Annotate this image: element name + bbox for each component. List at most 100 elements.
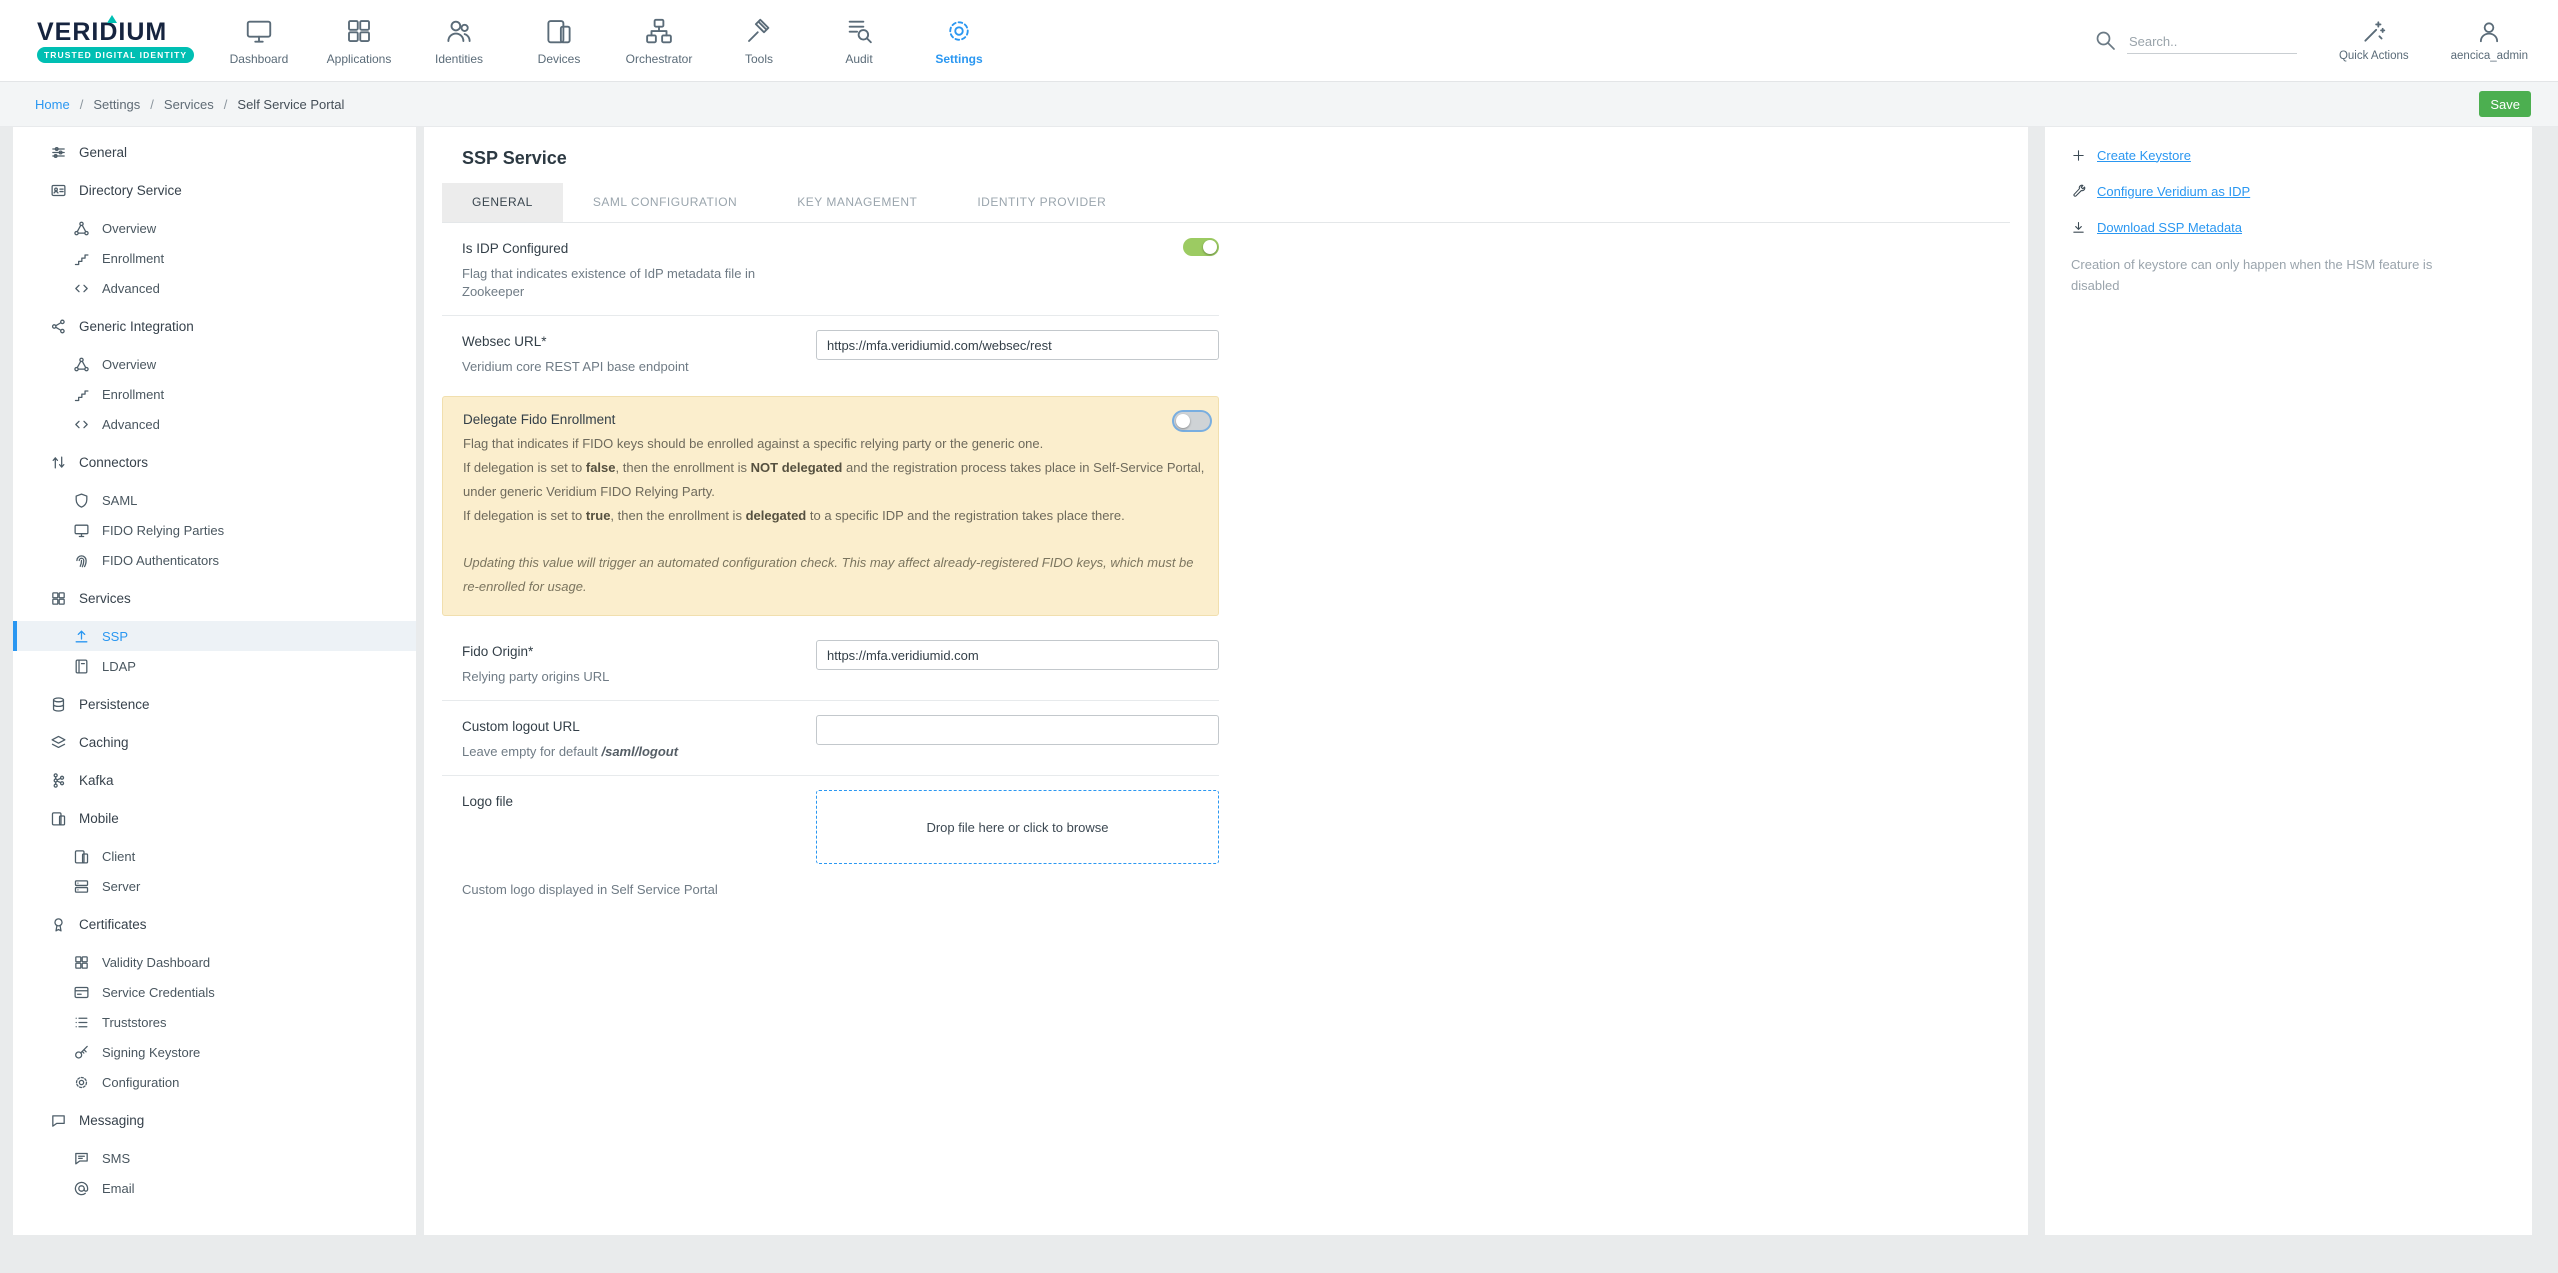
nav-item-devices[interactable]: Devices bbox=[509, 0, 609, 82]
configure-veridium-idp-link[interactable]: Configure Veridium as IDP bbox=[2071, 181, 2506, 201]
sliders-icon bbox=[50, 144, 67, 161]
nav-item-identities[interactable]: Identities bbox=[409, 0, 509, 82]
sidebar-item-configuration[interactable]: Configuration bbox=[13, 1067, 416, 1097]
sidebar-item-persistence[interactable]: Persistence bbox=[13, 689, 416, 719]
grid-icon bbox=[50, 590, 67, 607]
tab-key-management[interactable]: KEY MANAGEMENT bbox=[767, 183, 947, 222]
breadcrumb-services[interactable]: Services bbox=[164, 97, 214, 112]
sidebar-item-caching[interactable]: Caching bbox=[13, 727, 416, 757]
sidebar-item-connectors[interactable]: Connectors bbox=[13, 447, 416, 477]
delegate-fido-label: Delegate Fido Enrollment bbox=[463, 410, 615, 430]
breadcrumb-settings[interactable]: Settings bbox=[93, 97, 140, 112]
sidebar-item-ldap[interactable]: LDAP bbox=[13, 651, 416, 681]
breadcrumb-separator: / bbox=[224, 97, 228, 112]
sidebar-item-generic-enrollment[interactable]: Enrollment bbox=[13, 379, 416, 409]
logo-dropzone[interactable]: Drop file here or click to browse bbox=[816, 790, 1219, 864]
sidebar-item-ssp[interactable]: SSP bbox=[13, 621, 416, 651]
sidebar-item-truststores[interactable]: Truststores bbox=[13, 1007, 416, 1037]
shield-icon bbox=[73, 492, 90, 509]
delegate-fido-description: Flag that indicates if FIDO keys should … bbox=[463, 432, 1210, 528]
user-menu[interactable]: aencica_admin bbox=[2451, 19, 2528, 62]
layers-icon bbox=[50, 734, 67, 751]
sidebar-item-sms[interactable]: SMS bbox=[13, 1143, 416, 1173]
search-input[interactable] bbox=[2127, 30, 2297, 54]
tools-icon bbox=[744, 16, 774, 46]
nav-item-orchestrator[interactable]: Orchestrator bbox=[609, 0, 709, 82]
brand-logo[interactable]: VERIDIUM TRUSTED DIGITAL IDENTITY bbox=[37, 19, 187, 63]
tab-general[interactable]: GENERAL bbox=[442, 183, 563, 222]
fido-origin-description: Relying party origins URL bbox=[462, 668, 792, 686]
sidebar-item-directory-service[interactable]: Directory Service bbox=[13, 175, 416, 205]
card-icon bbox=[73, 984, 90, 1001]
delegate-description-line-1: Flag that indicates if FIDO keys should … bbox=[463, 432, 1210, 456]
is-idp-configured-label: Is IDP Configured bbox=[462, 239, 792, 259]
tab-saml-configuration[interactable]: SAML CONFIGURATION bbox=[563, 183, 767, 222]
sidebar-item-messaging[interactable]: Messaging bbox=[13, 1105, 416, 1135]
breadcrumb-home[interactable]: Home bbox=[35, 97, 70, 112]
phone-icon bbox=[50, 810, 67, 827]
chat-icon bbox=[50, 1112, 67, 1129]
fido-origin-input[interactable] bbox=[816, 640, 1219, 670]
delegate-fido-toggle[interactable] bbox=[1174, 412, 1210, 430]
navbar-right-cluster: Quick Actions aencica_admin bbox=[2093, 19, 2528, 62]
database-icon bbox=[50, 696, 67, 713]
book-icon bbox=[73, 658, 90, 675]
sidebar-item-directory-advanced[interactable]: Advanced bbox=[13, 273, 416, 303]
sidebar-item-service-credentials[interactable]: Service Credentials bbox=[13, 977, 416, 1007]
tab-identity-provider[interactable]: IDENTITY PROVIDER bbox=[947, 183, 1136, 222]
nav-item-tools[interactable]: Tools bbox=[709, 0, 809, 82]
sidebar-item-fido-authenticators[interactable]: FIDO Authenticators bbox=[13, 545, 416, 575]
websec-url-input[interactable] bbox=[816, 330, 1219, 360]
sidebar-item-services[interactable]: Services bbox=[13, 583, 416, 613]
download-ssp-metadata-link[interactable]: Download SSP Metadata bbox=[2071, 217, 2506, 237]
sidebar-item-mobile-server[interactable]: Server bbox=[13, 871, 416, 901]
id-card-icon bbox=[50, 182, 67, 199]
sidebar-item-directory-overview[interactable]: Overview bbox=[13, 213, 416, 243]
sidebar-item-mobile-client[interactable]: Client bbox=[13, 841, 416, 871]
search-icon[interactable] bbox=[2093, 28, 2117, 52]
websec-url-description: Veridium core REST API base endpoint bbox=[462, 358, 792, 376]
sidebar-item-saml[interactable]: SAML bbox=[13, 485, 416, 515]
nav-item-dashboard[interactable]: Dashboard bbox=[209, 0, 309, 82]
sidebar-item-email[interactable]: Email bbox=[13, 1173, 416, 1203]
download-icon bbox=[2071, 220, 2086, 235]
at-sign-icon bbox=[73, 1180, 90, 1197]
sidebar-item-generic-integration[interactable]: Generic Integration bbox=[13, 311, 416, 341]
settings-sidebar: General Directory Service Overview Enrol… bbox=[13, 127, 416, 1235]
nav-item-applications[interactable]: Applications bbox=[309, 0, 409, 82]
quick-actions-button[interactable]: Quick Actions bbox=[2339, 19, 2409, 62]
is-idp-configured-toggle[interactable] bbox=[1183, 238, 1219, 256]
sidebar-item-generic-overview[interactable]: Overview bbox=[13, 349, 416, 379]
sidebar-item-fido-relying-parties[interactable]: FIDO Relying Parties bbox=[13, 515, 416, 545]
nav-item-settings[interactable]: Settings bbox=[909, 0, 1009, 82]
network-icon bbox=[73, 220, 90, 237]
brand-tagline: TRUSTED DIGITAL IDENTITY bbox=[37, 47, 194, 63]
swap-arrows-icon bbox=[50, 454, 67, 471]
sidebar-item-mobile[interactable]: Mobile bbox=[13, 803, 416, 833]
sidebar-item-general[interactable]: General bbox=[13, 137, 416, 167]
logo-file-label: Logo file bbox=[462, 792, 792, 812]
grid-icon bbox=[73, 954, 90, 971]
stairs-icon bbox=[73, 250, 90, 267]
keystore-hsm-note: Creation of keystore can only happen whe… bbox=[2071, 254, 2476, 296]
delegate-description-line-2: If delegation is set to false, then the … bbox=[463, 456, 1210, 504]
code-icon bbox=[73, 416, 90, 433]
code-icon bbox=[73, 280, 90, 297]
field-logo-file: Logo file Drop file here or click to bro… bbox=[442, 776, 1219, 878]
sidebar-item-kafka[interactable]: Kafka bbox=[13, 765, 416, 795]
sidebar-item-directory-enrollment[interactable]: Enrollment bbox=[13, 243, 416, 273]
sidebar-item-generic-advanced[interactable]: Advanced bbox=[13, 409, 416, 439]
user-icon bbox=[2476, 19, 2502, 45]
custom-logout-input[interactable] bbox=[816, 715, 1219, 745]
sidebar-item-signing-keystore[interactable]: Signing Keystore bbox=[13, 1037, 416, 1067]
create-keystore-link[interactable]: Create Keystore bbox=[2071, 145, 2506, 165]
applications-grid-icon bbox=[344, 16, 374, 46]
save-button[interactable]: Save bbox=[2479, 91, 2531, 117]
upload-icon bbox=[73, 628, 90, 645]
sidebar-item-certificates[interactable]: Certificates bbox=[13, 909, 416, 939]
fido-origin-label: Fido Origin* bbox=[462, 642, 792, 662]
sms-bubble-icon bbox=[73, 1150, 90, 1167]
page-title: SSP Service bbox=[424, 127, 2028, 171]
sidebar-item-validity-dashboard[interactable]: Validity Dashboard bbox=[13, 947, 416, 977]
nav-item-audit[interactable]: Audit bbox=[809, 0, 909, 82]
